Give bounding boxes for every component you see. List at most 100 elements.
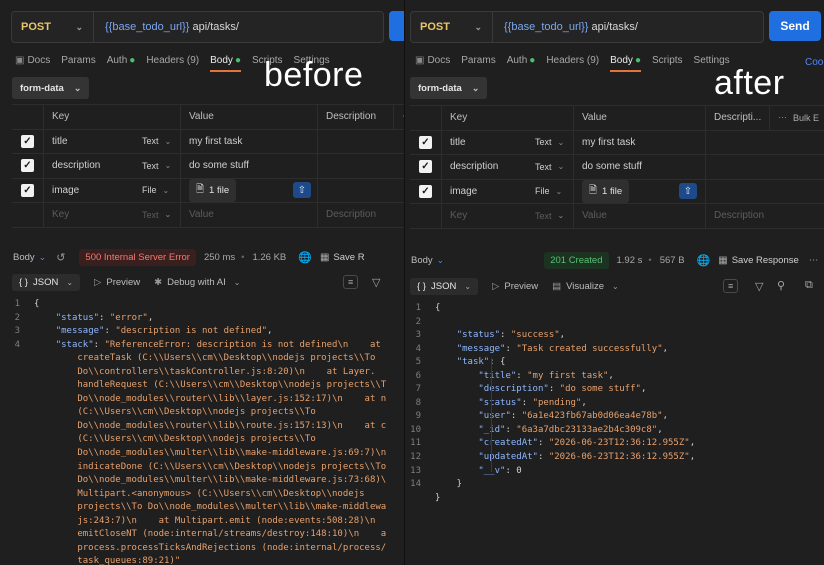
more-icon[interactable]: ⋯ (809, 255, 819, 266)
preview-button[interactable]: ▷ Preview (492, 281, 538, 292)
bulk-edit-button[interactable]: ⋯ Bulk E (770, 106, 824, 130)
send-button[interactable]: S (389, 11, 404, 41)
tab-auth[interactable]: Auth ● (507, 55, 536, 72)
value-placeholder[interactable]: Value (181, 203, 318, 227)
row-value[interactable]: do some stuff (574, 155, 706, 179)
type-select[interactable]: Text ⌄ (527, 130, 574, 154)
form-data-table: Key Value Descripti... ⋯ Bulk E ✓ title T… (410, 105, 824, 229)
copy-icon[interactable]: ⧉ (805, 279, 813, 292)
search-icon[interactable]: ⚲ (777, 279, 785, 292)
chevron-down-icon: ⌄ (162, 185, 170, 195)
file-chip[interactable]: 🗎 1 file (189, 178, 237, 202)
upload-cloud-icon[interactable]: ⇧ (679, 183, 697, 200)
body-mode-select[interactable]: form-data ⌄ (410, 77, 488, 99)
tab-docs[interactable]: ▣ Docs (415, 55, 450, 72)
row-key[interactable]: title (442, 131, 527, 155)
file-chip[interactable]: 🗎 1 file (582, 179, 630, 203)
type-select[interactable]: File ⌄ (134, 178, 181, 202)
globe-icon[interactable]: 🌐 (697, 254, 711, 267)
row-key[interactable]: description (44, 154, 134, 178)
line-number: 3 (14, 326, 20, 337)
value-placeholder[interactable]: Value (574, 204, 706, 228)
upload-cloud-icon[interactable]: ⇧ (293, 182, 311, 199)
row-key[interactable]: image (44, 179, 134, 203)
key-placeholder[interactable]: Key (44, 203, 134, 227)
response-body-label[interactable]: Body (13, 252, 35, 263)
method-select[interactable]: POST ⌄ (12, 12, 94, 42)
url-input[interactable]: {{base_todo_url}} api/tasks/ (94, 21, 239, 33)
line-number (6, 379, 34, 393)
row-key[interactable]: title (44, 130, 134, 154)
line-number (6, 474, 34, 488)
type-select[interactable]: File ⌄ (527, 179, 574, 203)
format-select[interactable]: { } JSON ⌄ (12, 274, 81, 291)
key-placeholder[interactable]: Key (442, 204, 527, 228)
row-description[interactable] (318, 154, 404, 178)
code-line: 8 "status": "pending", (407, 397, 824, 411)
checkbox-checked[interactable]: ✓ (419, 184, 432, 198)
filter-icon[interactable]: ▽ (755, 280, 763, 293)
checkbox-checked[interactable]: ✓ (419, 135, 432, 149)
cookies-link[interactable]: Cook (805, 57, 824, 68)
description-placeholder[interactable]: Description (706, 204, 824, 228)
type-select[interactable]: Text ⌄ (527, 155, 574, 179)
row-value[interactable]: do some stuff (181, 154, 318, 178)
visualize-button[interactable]: ▤ Visualize ⌄ (552, 281, 619, 292)
tab-params[interactable]: Params (61, 55, 95, 72)
method-select[interactable]: POST ⌄ (411, 12, 493, 42)
save-response-button[interactable]: Save Response (732, 255, 799, 266)
line-number: 11 (410, 438, 421, 449)
code-line: 1{ (407, 302, 824, 316)
tab-docs[interactable]: ▣ Docs (15, 55, 50, 72)
active-dot-icon: ● (234, 55, 241, 66)
docs-icon: ▣ (415, 55, 425, 66)
row-value[interactable]: my first task (181, 129, 318, 153)
wrap-toggle[interactable]: ≡ (343, 275, 359, 289)
tab-body[interactable]: Body ● (610, 55, 641, 72)
globe-icon[interactable]: 🌐 (298, 251, 312, 264)
response-body-label[interactable]: Body (411, 255, 433, 266)
code-line: 1{ (6, 298, 404, 312)
type-select[interactable]: Text ⌄ (527, 204, 574, 228)
code-line: process.processTicksAndRejections (node:… (6, 542, 404, 556)
checkbox-checked[interactable]: ✓ (21, 134, 34, 148)
type-select[interactable]: Text ⌄ (134, 203, 181, 227)
line-number (6, 555, 34, 565)
preview-button[interactable]: ▷ Preview (94, 277, 140, 288)
row-description[interactable] (318, 130, 404, 154)
save-response-button[interactable]: Save R (333, 252, 364, 263)
row-description[interactable] (706, 131, 824, 155)
row-description[interactable] (706, 180, 824, 204)
chevron-down-icon: ⌄ (464, 282, 472, 291)
debug-ai-button[interactable]: ✱ Debug with AI ⌄ (154, 277, 240, 288)
tab-params[interactable]: Params (461, 55, 495, 72)
row-key[interactable]: description (442, 155, 527, 179)
format-select[interactable]: { } JSON ⌄ (410, 278, 479, 295)
send-button[interactable]: Send (769, 11, 821, 41)
description-placeholder[interactable]: Description (318, 203, 404, 227)
tab-headers[interactable]: Headers (9) (146, 55, 199, 72)
line-number (407, 492, 435, 506)
code-line: 9 "user": "6a1e423fb67ab0d06ea4e78b", (407, 410, 824, 424)
history-icon[interactable]: ↺ (56, 251, 65, 264)
wrap-toggle[interactable]: ≡ (723, 279, 739, 293)
code-line: js:243:7)\n at Multipart.emit (node:even… (6, 515, 404, 529)
code-line: task_queues:89:21)" (6, 555, 404, 565)
url-input[interactable]: {{base_todo_url}} api/tasks/ (493, 21, 638, 33)
body-mode-select[interactable]: form-data ⌄ (12, 77, 90, 99)
checkbox-checked[interactable]: ✓ (21, 159, 34, 173)
tab-auth[interactable]: Auth ● (107, 55, 136, 72)
row-description[interactable] (318, 179, 404, 203)
filter-icon[interactable]: ▽ (372, 276, 380, 289)
type-select[interactable]: Text ⌄ (134, 154, 181, 178)
tab-headers[interactable]: Headers (9) (546, 55, 599, 72)
row-value[interactable]: my first task (574, 130, 706, 154)
row-key[interactable]: image (442, 180, 527, 204)
tab-scripts[interactable]: Scripts (652, 55, 683, 72)
checkbox-checked[interactable]: ✓ (419, 160, 432, 174)
type-select[interactable]: Text ⌄ (134, 129, 181, 153)
tab-body[interactable]: Body ● (210, 55, 241, 72)
row-description[interactable] (706, 155, 824, 179)
checkbox-checked[interactable]: ✓ (21, 183, 34, 197)
more-icon[interactable]: ⋯ (394, 105, 404, 129)
